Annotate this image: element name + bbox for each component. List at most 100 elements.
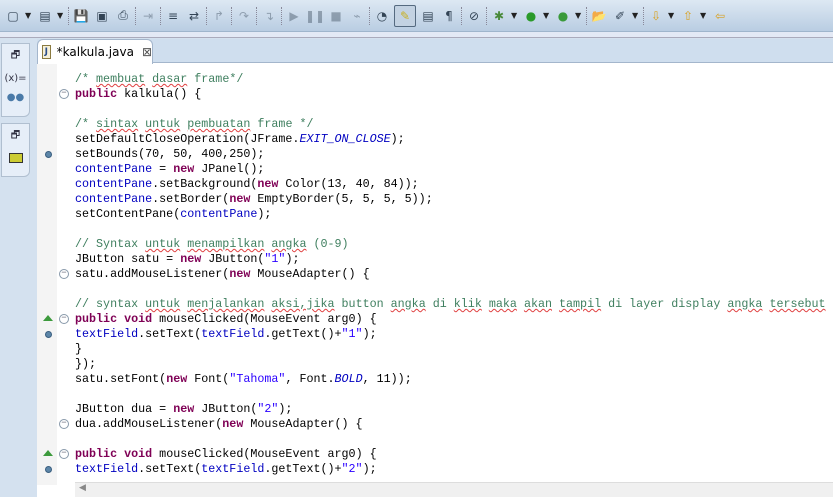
code-token: new (180, 252, 202, 266)
code-line[interactable]: − public void mouseClicked(MouseEvent arg… (43, 312, 826, 327)
collapse-fold-icon[interactable]: − (59, 269, 69, 279)
code-token: angka (390, 297, 426, 311)
restore-icon[interactable]: 🗗 (11, 128, 20, 145)
code-token: contentPane (75, 192, 153, 206)
code-token: contentPane (75, 177, 153, 191)
code-token: public (75, 312, 118, 326)
code-line[interactable]: }); (75, 357, 826, 372)
code-line[interactable]: contentPane = new JPanel(); (75, 162, 826, 177)
external-tools-icon[interactable]: ● (554, 7, 572, 25)
new-class-dropdown[interactable]: ▼ (57, 11, 65, 20)
next-annotation-icon[interactable]: ⇩ (647, 7, 665, 25)
open-folder-icon[interactable]: 📂 (590, 7, 608, 25)
next-annotation-dropdown[interactable]: ▼ (668, 11, 676, 20)
code-token: MouseAdapter() { (250, 267, 370, 281)
code-token: "1" (264, 252, 286, 266)
step-into-selection-icon[interactable]: ⇥ (139, 7, 157, 25)
code-line[interactable]: textField.setText(textField.getText()+"2… (45, 462, 826, 477)
code-line[interactable]: textField.setText(textField.getText()+"1… (45, 327, 826, 342)
code-line[interactable]: contentPane.setBorder(new EmptyBorder(5,… (75, 192, 826, 207)
save-icon[interactable]: 💾 (72, 7, 90, 25)
variables-icon[interactable]: (x)= (4, 73, 26, 84)
disconnect-icon[interactable]: ⌁ (348, 7, 366, 25)
previous-annotation-icon[interactable]: ⇧ (679, 7, 697, 25)
code-token: kalkula() { (117, 87, 202, 101)
toggle-block-selection-icon[interactable]: ▤ (419, 7, 437, 25)
code-line[interactable]: // syntax untuk menjalankan aksi,jika bu… (75, 297, 826, 312)
code-line[interactable]: − public void mouseClicked(MouseEvent arg… (43, 447, 826, 462)
code-token: .setBorder( (152, 192, 230, 206)
code-line[interactable]: /* membuat dasar frame*/ (75, 72, 826, 87)
run-icon[interactable]: ● (522, 7, 540, 25)
code-token: ); (390, 132, 405, 146)
code-area[interactable]: /* membuat dasar frame*/− public kalkula(… (43, 72, 826, 477)
external-tools-dropdown[interactable]: ▼ (575, 11, 583, 20)
code-line[interactable]: − public kalkula() { (59, 87, 826, 102)
run-dropdown[interactable]: ▼ (543, 11, 551, 20)
close-tab-icon[interactable]: ⊠ (142, 45, 152, 59)
code-token: maka (488, 297, 517, 311)
toolbar-separator (586, 6, 587, 25)
scroll-left-icon[interactable]: ◀ (79, 483, 86, 493)
toggle-mark-occurrences-icon[interactable]: ✎ (394, 4, 416, 27)
tab-kalkula-java[interactable]: J *kalkula.java ⊠ (37, 39, 153, 64)
code-token: MouseAdapter() { (243, 417, 363, 431)
terminate-icon[interactable]: ■ (327, 7, 345, 25)
print-icon[interactable]: ⎙ (114, 7, 132, 25)
collapse-fold-icon[interactable]: − (59, 449, 69, 459)
search-dropdown[interactable]: ▼ (632, 11, 640, 20)
code-line[interactable] (75, 222, 826, 237)
new-dropdown[interactable]: ▼ (25, 11, 33, 20)
code-line[interactable]: satu.setFont(new Font("Tahoma", Font.BOL… (75, 372, 826, 387)
step-return-icon[interactable]: ↱ (210, 7, 228, 25)
show-whitespace-icon[interactable]: ¶ (440, 7, 458, 25)
code-line[interactable] (75, 102, 826, 117)
code-token: contentPane (75, 162, 153, 176)
code-line[interactable]: setContentPane(contentPane); (75, 207, 826, 222)
code-token: // Syntax (75, 237, 146, 251)
code-token: sintax (96, 117, 139, 131)
code-line[interactable] (75, 387, 826, 402)
code-token: frame*/ (187, 72, 244, 86)
back-icon[interactable]: ⇦ (711, 7, 729, 25)
suspend-icon[interactable]: ❚❚ (305, 7, 325, 25)
code-line[interactable]: JButton dua = new JButton("2"); (75, 402, 826, 417)
save-all-icon[interactable]: ▣ (93, 7, 111, 25)
code-line[interactable]: contentPane.setBackground(new Color(13, … (75, 177, 826, 192)
code-token: , Font. (285, 372, 335, 386)
code-line[interactable]: JButton satu = new JButton("1"); (75, 252, 826, 267)
search-icon[interactable]: ✐ (611, 7, 629, 25)
code-line[interactable]: /* sintax untuk pembuatan frame */ (75, 117, 826, 132)
code-token: public (75, 447, 118, 461)
skip-breakpoints-icon[interactable]: ⊘ (465, 7, 483, 25)
code-line[interactable] (75, 282, 826, 297)
code-line[interactable]: setBounds(70, 50, 400,250); (45, 147, 826, 162)
debug-icon[interactable]: ✱ (490, 7, 508, 25)
code-line[interactable]: // Syntax untuk menampilkan angka (0-9) (75, 237, 826, 252)
resume-icon[interactable]: ▶ (285, 7, 303, 25)
previous-annotation-dropdown[interactable]: ▼ (700, 11, 708, 20)
console-icon[interactable] (8, 153, 23, 163)
collapse-fold-icon[interactable]: − (59, 314, 69, 324)
toolbar-separator (461, 6, 462, 25)
code-token: EXIT_ON_CLOSE (299, 132, 391, 146)
code-line[interactable]: − dua.addMouseListener(new MouseAdapter()… (59, 417, 826, 432)
code-line[interactable]: } (75, 342, 826, 357)
step-over-icon[interactable]: ↷ (235, 7, 253, 25)
drop-to-frame-icon[interactable]: ↴ (260, 7, 278, 25)
open-type-icon[interactable]: ◔ (373, 7, 391, 25)
console-group: 🗗 (1, 123, 30, 177)
collapse-fold-icon[interactable]: − (59, 89, 69, 99)
horizontal-scrollbar[interactable]: ◀ (75, 482, 833, 497)
debug-dropdown[interactable]: ▼ (511, 11, 519, 20)
code-line[interactable] (75, 432, 826, 447)
code-line[interactable]: setDefaultCloseOperation(JFrame.EXIT_ON_… (75, 132, 826, 147)
restore-icon[interactable]: 🗗 (11, 48, 20, 65)
use-step-filters-icon[interactable]: ≡ (164, 7, 182, 25)
code-line[interactable]: − satu.addMouseListener(new MouseAdapter(… (59, 267, 826, 282)
new-icon[interactable]: ▢ (4, 7, 22, 25)
new-class-icon[interactable]: ▤ (36, 7, 54, 25)
toggle-step-icon[interactable]: ⇄ (185, 7, 203, 25)
breakpoints-icon[interactable]: ●● (7, 92, 24, 103)
collapse-fold-icon[interactable]: − (59, 419, 69, 429)
